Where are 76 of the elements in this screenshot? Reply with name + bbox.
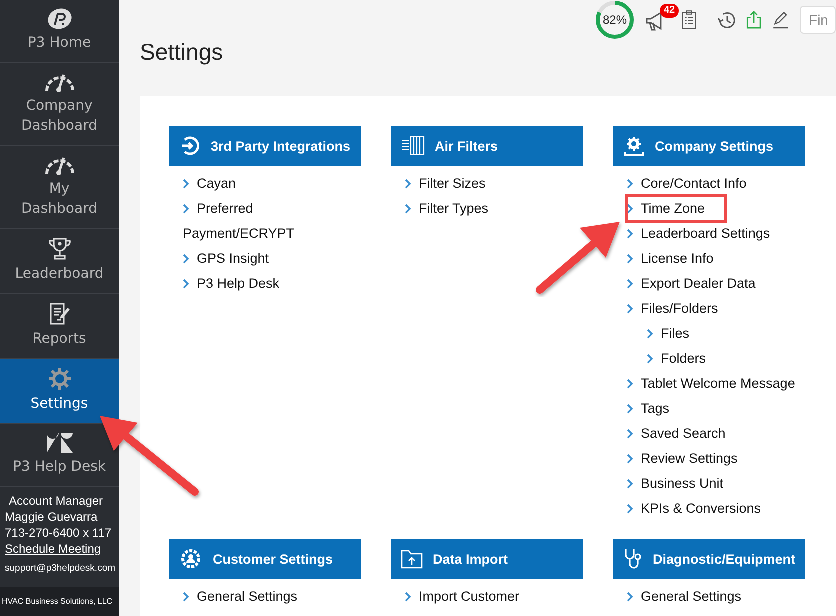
stethoscope-icon bbox=[623, 547, 643, 571]
settings-link[interactable]: Folders bbox=[647, 346, 706, 371]
settings-link[interactable]: Time Zone bbox=[627, 196, 726, 221]
settings-link[interactable]: Filter Sizes bbox=[405, 171, 486, 196]
chevron-icon bbox=[183, 179, 189, 189]
notification-badge: 42 bbox=[660, 4, 680, 18]
card-header: Data Import bbox=[391, 539, 583, 579]
search-field[interactable]: Fin bbox=[800, 6, 836, 34]
chevron-icon bbox=[405, 179, 411, 189]
chevron-icon bbox=[627, 504, 633, 514]
settings-link[interactable]: Cayan bbox=[183, 171, 236, 196]
trophy-icon bbox=[48, 237, 70, 261]
chevron-icon bbox=[627, 204, 633, 214]
nav-item[interactable]: Settings bbox=[0, 359, 119, 424]
pencil-icon[interactable] bbox=[772, 9, 790, 31]
settings-link[interactable]: GPS Insight bbox=[183, 246, 270, 271]
settings-icon bbox=[623, 135, 645, 157]
chevron-icon bbox=[405, 204, 411, 214]
settings-link[interactable]: General Settings bbox=[627, 584, 742, 609]
chevron-icon bbox=[627, 479, 633, 489]
support-email: support@p3helpdesk.com bbox=[5, 562, 117, 576]
card-header: Air Filters bbox=[391, 126, 583, 166]
document-pen-icon bbox=[48, 302, 70, 326]
manager-phone: 713-270-6400 x 117 bbox=[5, 525, 113, 541]
air-filter-icon bbox=[401, 136, 425, 156]
chevron-icon bbox=[627, 379, 633, 389]
zendesk-icon bbox=[46, 432, 74, 454]
settings-link[interactable]: P3 Help Desk bbox=[183, 271, 280, 296]
settings-link[interactable]: KPIs & Conversions bbox=[627, 496, 762, 521]
settings-link[interactable]: Export Dealer Data bbox=[627, 271, 756, 296]
settings-link[interactable]: Filter Types bbox=[405, 196, 489, 221]
chevron-icon bbox=[183, 254, 189, 264]
chevron-icon bbox=[627, 229, 633, 239]
gear-arrow-icon bbox=[179, 135, 201, 157]
settings-link[interactable]: Files bbox=[647, 321, 690, 346]
chevron-icon bbox=[647, 354, 653, 364]
person-gear-icon bbox=[179, 547, 203, 571]
card-header: Customer Settings bbox=[169, 539, 361, 579]
account-heading: Account Manager bbox=[8, 493, 104, 509]
chevron-icon bbox=[627, 179, 633, 189]
manager-name: Maggie Guevarra bbox=[5, 509, 99, 525]
settings-link[interactable]: General Settings bbox=[183, 584, 298, 609]
settings-link[interactable]: Saved Search bbox=[627, 421, 726, 446]
logo-icon bbox=[46, 8, 72, 30]
settings-link[interactable]: Preferred Payment/ECRYPT bbox=[183, 196, 359, 246]
settings-link[interactable]: License Info bbox=[627, 246, 714, 271]
folder-upload-icon bbox=[401, 549, 423, 569]
card-header: Diagnostic/Equipment bbox=[613, 539, 805, 579]
chevron-icon bbox=[627, 404, 633, 414]
settings-link[interactable]: Business Unit bbox=[627, 471, 724, 496]
settings-link[interactable]: Tags bbox=[627, 396, 670, 421]
card-header: Company Settings bbox=[613, 126, 805, 166]
chevron-icon bbox=[647, 329, 653, 339]
page-title: Settings bbox=[139, 40, 224, 67]
progress-reading: 82% bbox=[602, 12, 628, 29]
chevron-icon bbox=[183, 592, 189, 602]
schedule-meeting-link[interactable]: Schedule Meeting bbox=[5, 541, 119, 557]
chevron-icon bbox=[405, 592, 411, 602]
settings-link[interactable]: Leaderboard Settings bbox=[627, 221, 770, 246]
clipboard-icon[interactable] bbox=[682, 8, 697, 32]
settings-link[interactable]: Tablet Welcome Message bbox=[627, 371, 796, 396]
chevron-icon bbox=[627, 429, 633, 439]
chevron-icon bbox=[183, 279, 189, 289]
settings-link[interactable]: Review Settings bbox=[627, 446, 738, 471]
chevron-icon bbox=[627, 279, 633, 289]
card-header: 3rd Party Integrations bbox=[169, 126, 361, 166]
settings-icon bbox=[48, 367, 72, 391]
settings-link[interactable]: Import Customer bbox=[405, 584, 520, 609]
settings-link[interactable]: Core/Contact Info bbox=[627, 171, 747, 196]
chevron-icon bbox=[627, 304, 633, 314]
chevron-icon bbox=[627, 254, 633, 264]
chevron-icon bbox=[627, 592, 633, 602]
settings-link[interactable]: Files/Folders bbox=[627, 296, 718, 321]
chevron-icon bbox=[627, 454, 633, 464]
chevron-icon bbox=[183, 204, 189, 214]
company-footer: HVAC Business Solutions, LLC bbox=[2, 597, 113, 606]
